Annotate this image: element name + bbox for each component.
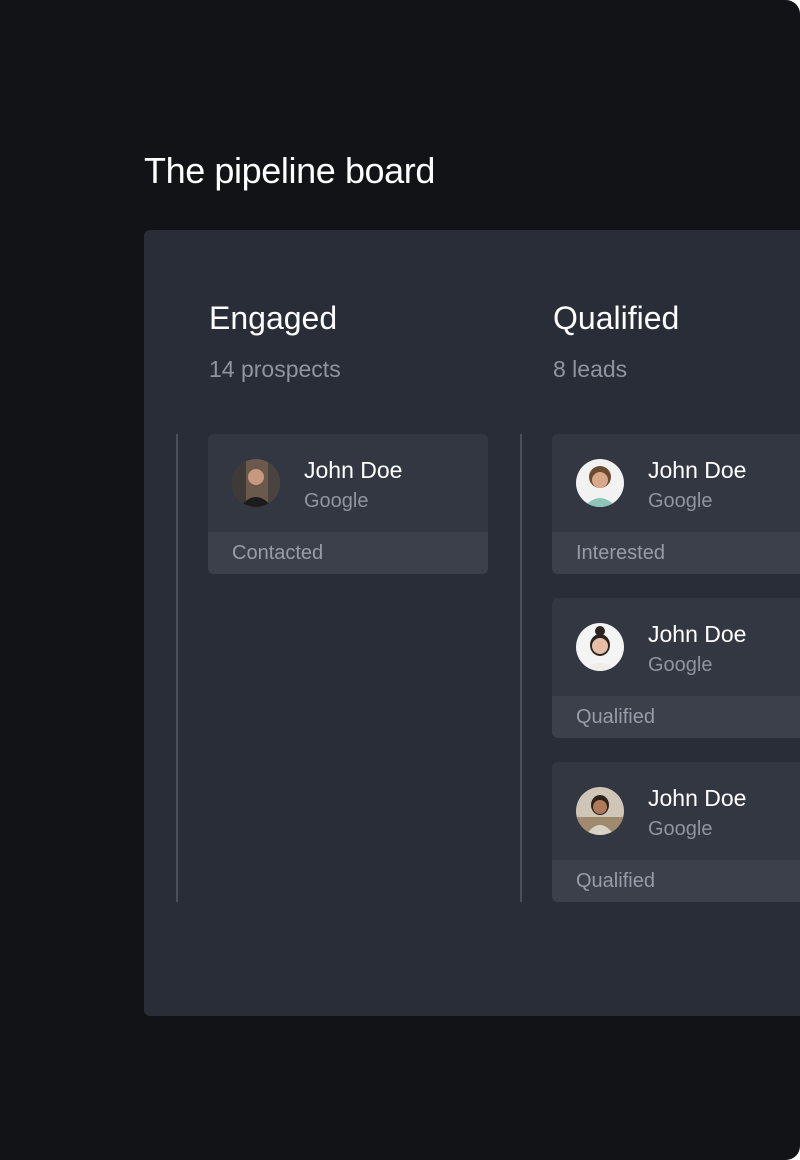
avatar-woman-smiling-icon bbox=[576, 623, 624, 671]
avatar-man-dark-shirt-icon bbox=[232, 459, 280, 507]
pipeline-board: Engaged 14 prospects John Doe Google Con… bbox=[144, 230, 800, 1016]
card-company: Google bbox=[648, 654, 713, 676]
column-title: Engaged bbox=[209, 300, 338, 336]
lead-card[interactable]: John Doe Google Interested bbox=[552, 434, 800, 574]
avatar-woman-desk-icon bbox=[576, 787, 624, 835]
card-company: Google bbox=[648, 818, 713, 840]
column-qualified: Qualified 8 leads John Doe Google Intere… bbox=[520, 230, 800, 1016]
card-list: John Doe Google Interested John Doe Goog… bbox=[552, 434, 800, 926]
card-status: Qualified bbox=[552, 860, 800, 902]
column-divider bbox=[176, 434, 178, 902]
card-status: Qualified bbox=[552, 696, 800, 738]
card-status: Contacted bbox=[208, 532, 488, 574]
column-divider bbox=[520, 434, 522, 902]
column-title: Qualified bbox=[553, 300, 680, 336]
column-count: 8 leads bbox=[553, 356, 628, 382]
card-name: John Doe bbox=[648, 457, 747, 483]
card-list: John Doe Google Contacted bbox=[208, 434, 488, 598]
card-status: Interested bbox=[552, 532, 800, 574]
card-company: Google bbox=[304, 490, 369, 512]
card-company: Google bbox=[648, 490, 713, 512]
column-count: 14 prospects bbox=[209, 356, 341, 382]
pipeline-page: The pipeline board Engaged 14 prospects bbox=[0, 0, 800, 1160]
avatar-man-curly-hair-icon bbox=[576, 459, 624, 507]
column-engaged: Engaged 14 prospects John Doe Google Con… bbox=[176, 230, 488, 1016]
prospect-card[interactable]: John Doe Google Contacted bbox=[208, 434, 488, 574]
card-name: John Doe bbox=[648, 621, 747, 647]
card-name: John Doe bbox=[648, 785, 747, 811]
card-name: John Doe bbox=[304, 457, 403, 483]
page-title: The pipeline board bbox=[144, 150, 436, 191]
lead-card[interactable]: John Doe Google Qualified bbox=[552, 762, 800, 902]
lead-card[interactable]: John Doe Google Qualified bbox=[552, 598, 800, 738]
